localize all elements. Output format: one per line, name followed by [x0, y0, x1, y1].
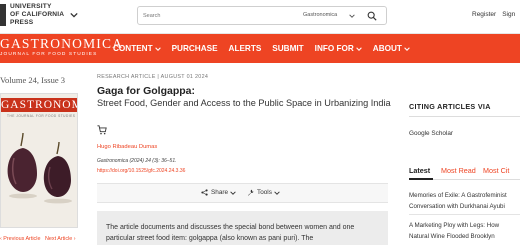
chevron-down-icon[interactable]	[70, 11, 78, 19]
issue-label[interactable]: Volume 24, Issue 3	[0, 75, 65, 85]
uc-press-logo[interactable]: UNIVERSITY OF CALIFORNIA PRESS	[0, 3, 64, 27]
article-meta: RESEARCH ARTICLE | AUGUST 01 2024	[97, 74, 209, 80]
nav-item-alerts[interactable]: ALERTS	[229, 44, 262, 53]
fig-illustration	[7, 132, 72, 204]
list-item-line1: A Marketing Ploy with Legs: How	[409, 222, 500, 229]
sign-in-link[interactable]: Sign	[502, 11, 515, 18]
tools-button[interactable]: Tools	[247, 189, 280, 196]
nav-item-label: INFO FOR	[314, 44, 354, 53]
list-item[interactable]: A Marketing Ploy with Legs: How Natural …	[409, 221, 520, 242]
account-links: Register Sign	[472, 11, 520, 18]
journal-brand-subtitle: JOURNAL FOR FOOD STUDIES	[0, 52, 98, 57]
nav-item-label: PURCHASE	[171, 44, 218, 53]
uc-logo-text: UNIVERSITY OF CALIFORNIA PRESS	[10, 3, 64, 27]
search-input[interactable]	[143, 9, 293, 22]
journal-brand-title: GASTRONOMICA	[0, 36, 124, 51]
chevron-down-icon	[356, 46, 362, 51]
uc-logo-line1: UNIVERSITY	[10, 3, 52, 10]
nav-item-label: ABOUT	[372, 44, 402, 53]
journal-nav-bar: GASTRONOMICA JOURNAL FOR FOOD STUDIES CO…	[0, 34, 520, 63]
tab-most-read[interactable]: Most Read	[441, 166, 476, 175]
share-icon	[201, 189, 208, 196]
tab-most-cited[interactable]: Most Cit	[483, 166, 509, 175]
active-tab-indicator	[409, 178, 433, 180]
nav-item-label: ALERTS	[228, 44, 262, 53]
nav-menu: CONTENT PURCHASE ALERTS SUBMIT INFO FOR …	[113, 44, 421, 53]
chevron-down-icon[interactable]	[349, 13, 355, 19]
nav-item-label: CONTENT	[113, 44, 153, 53]
abstract-text: The article documents and discusses the …	[106, 224, 355, 242]
article-title: Gaga for Golgappa:	[97, 85, 196, 97]
chevron-down-icon	[230, 190, 236, 195]
divider	[409, 214, 520, 215]
doi-link[interactable]: https://doi.org/10.1525/gfc.2024.24.3.36	[97, 168, 185, 174]
citing-articles-heading: CITING ARTICLES VIA	[409, 102, 491, 111]
article-action-bar: Share Tools	[97, 183, 388, 203]
uc-logo-line2: OF CALIFORNIA	[10, 11, 65, 18]
search-scope-select[interactable]: Gastronomica	[303, 12, 337, 18]
list-item-line2: Conversation with Durkhanai Ayubi	[409, 202, 505, 210]
divider	[409, 116, 520, 117]
cover-subtitle: THE JOURNAL FOR FOOD STUDIES	[7, 114, 76, 118]
shopping-cart-icon[interactable]	[97, 125, 107, 135]
tools-label: Tools	[257, 189, 272, 196]
author-link[interactable]: Hugo Ribadeau Dumas	[97, 144, 157, 150]
cover-title: GASTRONOMICA	[1, 98, 77, 112]
google-scholar-link[interactable]: Google Scholar	[409, 130, 453, 137]
nav-item-purchase[interactable]: PURCHASE	[172, 44, 218, 53]
list-item-line1: Memories of Exile: A Gastrofeminist	[409, 192, 507, 199]
top-bar: UNIVERSITY OF CALIFORNIA PRESS Gastronom…	[0, 0, 520, 34]
article-subtitle: Street Food, Gender and Access to the Pu…	[97, 98, 391, 108]
article-list-tabs: Latest Most Read Most Cit	[409, 166, 520, 180]
nav-item-label: SUBMIT	[272, 44, 304, 53]
tab-latest[interactable]: Latest	[409, 166, 430, 175]
list-item[interactable]: Memories of Exile: A Gastrofeminist Conv…	[409, 191, 520, 212]
chevron-down-icon	[404, 46, 410, 51]
register-link[interactable]: Register	[472, 11, 496, 18]
search-icon[interactable]	[367, 11, 377, 21]
journal-brand[interactable]: GASTRONOMICA JOURNAL FOR FOOD STUDIES	[0, 37, 123, 58]
issue-cover-image[interactable]: GASTRONOMICA THE JOURNAL FOR FOOD STUDIE…	[0, 93, 78, 228]
share-label: Share	[211, 189, 229, 196]
nav-item-submit[interactable]: SUBMIT	[272, 44, 303, 53]
citation-text: Gastronomica (2024) 24 (3): 36–51.	[97, 158, 177, 164]
nav-item-content[interactable]: CONTENT	[113, 44, 161, 53]
search-box: Gastronomica	[137, 6, 387, 25]
nav-item-info-for[interactable]: INFO FOR	[315, 44, 362, 53]
uc-logo-line3: PRESS	[10, 19, 34, 26]
list-item-line2: Natural Wine Flooded Brooklyn	[409, 232, 495, 240]
wrench-icon	[248, 189, 254, 196]
chevron-down-icon	[154, 46, 161, 51]
abstract-box: The article documents and discusses the …	[97, 211, 388, 245]
share-button[interactable]: Share	[201, 189, 236, 196]
chevron-down-icon	[274, 190, 280, 195]
next-article-link[interactable]: Next Article ›	[45, 236, 76, 242]
previous-article-link[interactable]: ‹ Previous Article	[0, 236, 40, 242]
nav-item-about[interactable]: ABOUT	[373, 44, 410, 53]
uc-logo-mark	[0, 4, 6, 26]
